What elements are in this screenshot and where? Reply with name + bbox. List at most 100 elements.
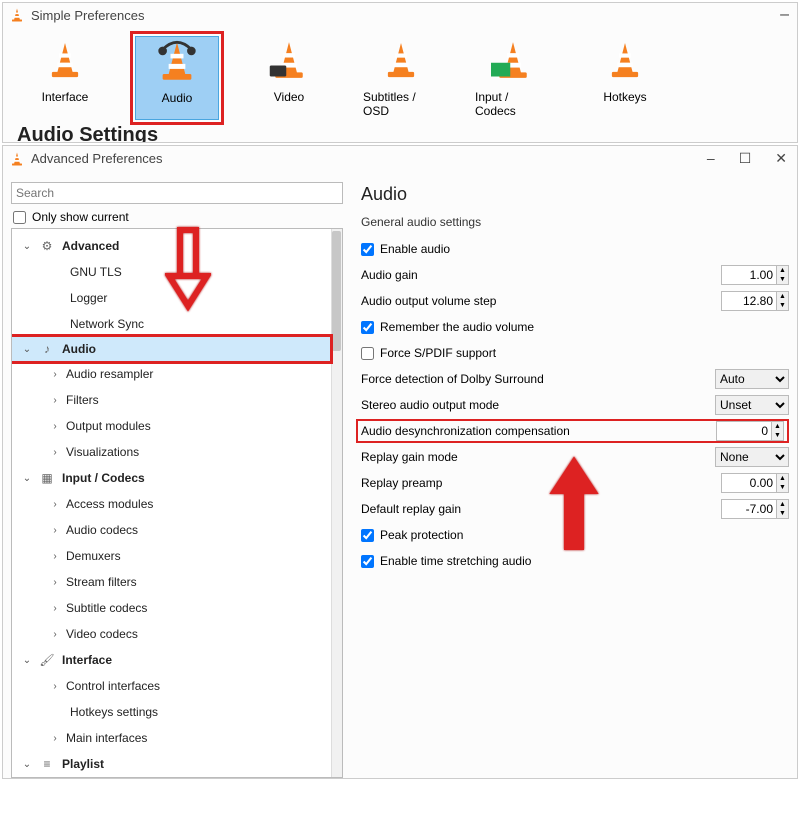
- window-title: Simple Preferences: [31, 8, 144, 23]
- replay-preamp-label: Replay preamp: [361, 476, 721, 490]
- enable-audio-label: Enable audio: [380, 242, 450, 256]
- replay-preamp-spinner[interactable]: ▲▼: [721, 473, 789, 493]
- tree-demuxers[interactable]: ›Demuxers: [12, 543, 342, 569]
- audio-gain-spinner[interactable]: ▲▼: [721, 265, 789, 285]
- row-remember-volume: Remember the audio volume: [361, 315, 789, 339]
- audio-gain-label: Audio gain: [361, 268, 721, 282]
- volume-step-spinner[interactable]: ▲▼: [721, 291, 789, 311]
- row-volume-step: Audio output volume step ▲▼: [361, 289, 789, 313]
- category-label: Audio: [158, 89, 197, 107]
- tree-output-modules[interactable]: ›Output modules: [12, 413, 342, 439]
- close-button[interactable]: ✕: [775, 150, 787, 167]
- peak-protection-checkbox[interactable]: [361, 529, 374, 542]
- audio-gain-input[interactable]: [721, 265, 777, 285]
- tree-video-codecs[interactable]: ›Video codecs: [12, 621, 342, 647]
- advanced-preferences-window: Advanced Preferences – ☐ ✕ Only show cur…: [2, 145, 798, 779]
- category-video[interactable]: Video: [247, 36, 331, 120]
- category-label: Subtitles / OSD: [359, 88, 443, 120]
- search-input[interactable]: [11, 182, 343, 204]
- spin-down-icon[interactable]: ▼: [777, 275, 788, 284]
- spin-up-icon[interactable]: ▲: [777, 292, 788, 301]
- tree-network-sync[interactable]: Network Sync: [12, 311, 342, 337]
- tree-main-interfaces[interactable]: ›Main interfaces: [12, 725, 342, 751]
- window-title: Advanced Preferences: [31, 151, 163, 166]
- time-stretch-checkbox[interactable]: [361, 555, 374, 568]
- minimize-button[interactable]: –: [707, 150, 715, 167]
- gear-icon: ⚙: [38, 237, 56, 255]
- spin-up-icon[interactable]: ▲: [777, 474, 788, 483]
- tree-control-interfaces[interactable]: ›Control interfaces: [12, 673, 342, 699]
- category-input-codecs[interactable]: Input / Codecs: [471, 36, 555, 120]
- dolby-select[interactable]: Auto: [715, 369, 789, 389]
- volume-step-label: Audio output volume step: [361, 294, 721, 308]
- category-interface[interactable]: Interface: [23, 36, 107, 120]
- row-enable-audio: Enable audio: [361, 237, 789, 261]
- remember-volume-checkbox[interactable]: [361, 321, 374, 334]
- minimize-button[interactable]: –: [780, 6, 789, 24]
- tree-visualizations[interactable]: ›Visualizations: [12, 439, 342, 465]
- vlc-cone-icon: [9, 7, 25, 23]
- desync-input[interactable]: [716, 421, 772, 441]
- annotation-arrow-up-icon: [549, 456, 599, 556]
- category-label: Interface: [38, 88, 93, 106]
- stereo-mode-select[interactable]: Unset: [715, 395, 789, 415]
- tree-filters[interactable]: ›Filters: [12, 387, 342, 413]
- spin-up-icon[interactable]: ▲: [772, 422, 783, 431]
- only-show-checkbox[interactable]: [13, 211, 26, 224]
- spin-up-icon[interactable]: ▲: [777, 266, 788, 275]
- row-dolby: Force detection of Dolby Surround Auto: [361, 367, 789, 391]
- tree-input-codecs[interactable]: ⌄▦Input / Codecs: [12, 465, 342, 491]
- spin-down-icon[interactable]: ▼: [772, 431, 783, 440]
- spin-down-icon[interactable]: ▼: [777, 509, 788, 518]
- volume-step-input[interactable]: [721, 291, 777, 311]
- brush-icon: 🖌: [38, 651, 56, 669]
- simple-preferences-window: Simple Preferences – Interface Audio Vid…: [2, 2, 798, 143]
- spin-down-icon[interactable]: ▼: [777, 483, 788, 492]
- peak-protection-label: Peak protection: [380, 528, 463, 542]
- tree-hotkeys-settings[interactable]: Hotkeys settings: [12, 699, 342, 725]
- music-note-icon: ♪: [38, 340, 56, 358]
- maximize-button[interactable]: ☐: [739, 150, 752, 167]
- audio-icon: [153, 37, 201, 85]
- default-replay-input[interactable]: [721, 499, 777, 519]
- row-force-spdif: Force S/PDIF support: [361, 341, 789, 365]
- force-spdif-checkbox[interactable]: [361, 347, 374, 360]
- row-stereo-mode: Stereo audio output mode Unset: [361, 393, 789, 417]
- desync-spinner[interactable]: ▲▼: [716, 421, 784, 441]
- tree-audio-codecs[interactable]: ›Audio codecs: [12, 517, 342, 543]
- stereo-mode-label: Stereo audio output mode: [361, 398, 715, 412]
- tree-audio[interactable]: ⌄♪Audio: [11, 336, 331, 362]
- default-replay-spinner[interactable]: ▲▼: [721, 499, 789, 519]
- tree-stream-filters[interactable]: ›Stream filters: [12, 569, 342, 595]
- replay-preamp-input[interactable]: [721, 473, 777, 493]
- annotation-arrow-down-icon: [165, 226, 211, 312]
- interface-icon: [41, 36, 89, 84]
- video-icon: [265, 36, 313, 84]
- replay-mode-select[interactable]: None: [715, 447, 789, 467]
- tree-scrollbar[interactable]: [331, 229, 342, 777]
- row-audio-gain: Audio gain ▲▼: [361, 263, 789, 287]
- category-icon-row: Interface Audio Video Subtitles / OSD: [3, 26, 797, 124]
- spin-up-icon[interactable]: ▲: [777, 500, 788, 509]
- category-subtitles[interactable]: Subtitles / OSD: [359, 36, 443, 120]
- tree-audio-resampler[interactable]: ›Audio resampler: [12, 361, 342, 387]
- tree-access-modules[interactable]: ›Access modules: [12, 491, 342, 517]
- category-hotkeys[interactable]: Hotkeys: [583, 36, 667, 120]
- tree-playlist[interactable]: ⌄≡Playlist: [12, 751, 342, 777]
- only-show-current[interactable]: Only show current: [13, 210, 343, 224]
- category-audio[interactable]: Audio: [135, 36, 219, 120]
- subtitles-icon: [377, 36, 425, 84]
- codecs-icon: ▦: [38, 469, 56, 487]
- tree-subtitle-codecs[interactable]: ›Subtitle codecs: [12, 595, 342, 621]
- enable-audio-checkbox[interactable]: [361, 243, 374, 256]
- panel-heading: Audio: [361, 184, 789, 205]
- remember-volume-label: Remember the audio volume: [380, 320, 534, 334]
- window-titlebar: Advanced Preferences – ☐ ✕: [3, 146, 797, 170]
- default-replay-label: Default replay gain: [361, 502, 721, 516]
- tree-interface[interactable]: ⌄🖌Interface: [12, 647, 342, 673]
- playlist-icon: ≡: [38, 755, 56, 773]
- row-desync: Audio desynchronization compensation ▲▼: [356, 419, 789, 443]
- spin-down-icon[interactable]: ▼: [777, 301, 788, 310]
- desync-label: Audio desynchronization compensation: [361, 424, 716, 438]
- scrollbar-thumb[interactable]: [332, 231, 341, 351]
